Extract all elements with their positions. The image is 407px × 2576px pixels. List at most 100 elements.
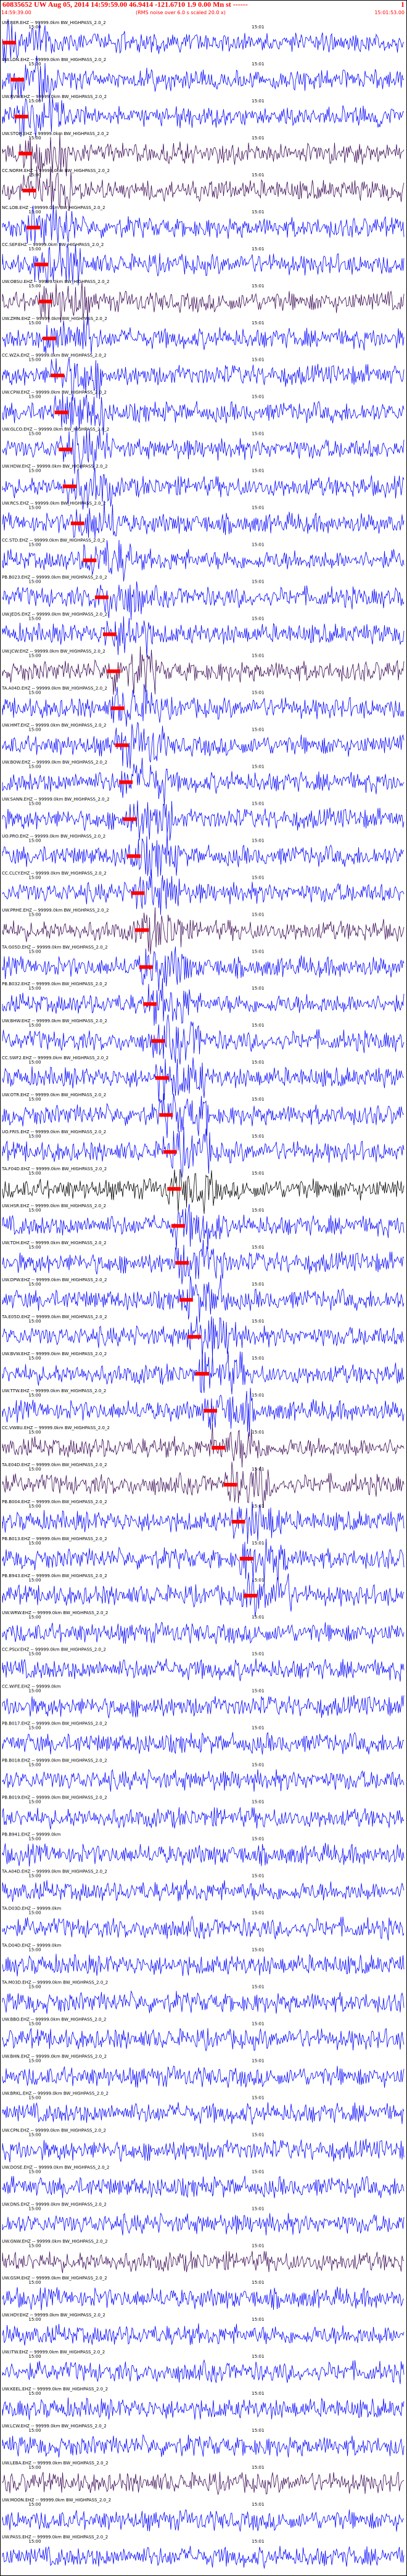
trace-label: TA.F04D.EHZ -- 99999.0km BW_HIGHPASS_2.0… bbox=[1, 1167, 107, 1171]
tick-label: 15:01 bbox=[252, 2465, 264, 2470]
tick-label: 15:01 bbox=[252, 432, 264, 437]
tick-label: 15:00 bbox=[28, 1763, 41, 1768]
trace-44: CC.PSLV.EHZ -- 99999.0km BW_HIGHPASS_2.0… bbox=[2, 1647, 405, 1682]
tick-label: 15:00 bbox=[28, 1615, 41, 1620]
waveform bbox=[2, 204, 405, 245]
tick-label: 15:01 bbox=[252, 395, 264, 400]
waveform bbox=[2, 500, 405, 539]
waveform bbox=[2, 1953, 405, 1977]
trace-65: UW.LCW.EHZ -- 99999.0km BW_HIGHPASS_2.0_… bbox=[2, 2424, 405, 2458]
waveform bbox=[2, 2546, 405, 2569]
waveform bbox=[2, 2509, 405, 2532]
trace-label: PB.B013.EHZ -- 99999.0km BW_HIGHPASS_2.0… bbox=[2, 1536, 107, 1541]
trace-label: UW.OTR.EHZ -- 99999.0km BW_HIGHPASS_2.0_… bbox=[2, 1093, 106, 1097]
pick-marker bbox=[223, 1483, 237, 1487]
trace-58: UW.DOSE.EHZ -- 99999.0km BW_HIGHPASS_2.0… bbox=[2, 2165, 405, 2199]
pick-marker bbox=[2, 41, 16, 45]
tick-label: 15:00 bbox=[28, 2502, 41, 2507]
trace-label: CC.CLCY.EHZ -- 99999.0km BW_HIGHPASS_2.0… bbox=[2, 871, 107, 876]
trace-label: PB.B943.EHZ -- 99999.0km BW_HIGHPASS_2.0… bbox=[2, 1573, 107, 1578]
pick-marker bbox=[43, 336, 57, 340]
pick-marker bbox=[159, 1113, 173, 1117]
tick-label: 15:00 bbox=[28, 986, 41, 991]
trace-4: CC.NORM.EHZ -- 99999.0km BW_HIGHPASS_2.0… bbox=[2, 166, 405, 211]
waveform bbox=[2, 18, 405, 64]
pick-marker bbox=[119, 780, 133, 784]
tick-label: 15:00 bbox=[28, 2169, 41, 2174]
trace-label: TA.M03D.EHZ -- 99999.0km BW_HIGHPASS_2.0… bbox=[1, 1980, 108, 1985]
tick-label: 15:01 bbox=[252, 580, 264, 585]
tick-label: 15:01 bbox=[252, 62, 264, 67]
trace-label: UW.LCW.EHZ -- 99999.0km BW_HIGHPASS_2.0_… bbox=[2, 2424, 107, 2429]
tick-label: 15:00 bbox=[28, 1504, 41, 1509]
pick-marker bbox=[27, 226, 41, 230]
tick-label: 15:01 bbox=[252, 1097, 264, 1102]
tick-label: 15:00 bbox=[28, 2465, 41, 2470]
waveform bbox=[2, 2102, 405, 2125]
tick-label: 15:01 bbox=[252, 1615, 264, 1620]
trace-label: PB.B004.EHZ -- 99999.0km BW_HIGHPASS_2.0… bbox=[2, 1499, 107, 1504]
tick-label: 15:01 bbox=[252, 2206, 264, 2211]
tick-label: 15:00 bbox=[28, 2391, 41, 2396]
trace-64: UW.KEEL.EHZ -- 99999.0km BW_HIGHPASS_2.0… bbox=[2, 2387, 405, 2420]
tick-label: 15:00 bbox=[28, 1837, 41, 1842]
tick-label: 15:00 bbox=[28, 654, 41, 658]
tick-label: 15:01 bbox=[252, 764, 264, 769]
pick-marker bbox=[167, 1187, 181, 1191]
trace-13: UW.RCS.EHZ -- 99999.0km BW_HIGHPASS_2.0_… bbox=[2, 500, 405, 539]
tick-label: 15:00 bbox=[28, 1467, 41, 1472]
tick-label: 15:01 bbox=[252, 284, 264, 289]
pick-marker bbox=[115, 743, 129, 747]
tick-label: 15:00 bbox=[28, 1060, 41, 1065]
tick-label: 15:01 bbox=[252, 1763, 264, 1768]
tick-label: 15:01 bbox=[252, 210, 264, 215]
trace-label: UW.JCW.EHZ -- 99999.0km BW_HIGHPASS_2.0_… bbox=[2, 649, 105, 654]
trace-label: UW.HDW.EHZ -- 99999.0km BW_HIGHPASS_2.0_… bbox=[2, 464, 108, 469]
trace-53: TA.M03D.EHZ -- 99999.0km BW_HIGHPASS_2.0… bbox=[1, 1980, 405, 2014]
tick-label: 15:01 bbox=[252, 1023, 264, 1028]
tick-label: 15:00 bbox=[28, 1578, 41, 1583]
waveform bbox=[2, 1769, 405, 1792]
trace-label: PB.B018.EHZ -- 99999.0km BW_HIGHPASS_2.0… bbox=[2, 1758, 107, 1763]
pick-marker bbox=[151, 1039, 165, 1043]
waveform bbox=[2, 2175, 405, 2199]
pick-marker bbox=[155, 1076, 169, 1080]
tick-label: 15:00 bbox=[28, 1911, 41, 1916]
trace-38: CC.VWBU.EHZ -- 99999.0km BW_HIGHPASS_2.0… bbox=[2, 1422, 405, 1468]
tick-label: 15:00 bbox=[28, 1208, 41, 1213]
tick-label: 15:01 bbox=[252, 2502, 264, 2507]
trace-label: UW.LON.EHZ -- 99999.0km BW_HIGHPASS_2.0_… bbox=[2, 57, 106, 62]
trace-62: UW.HDY.EHZ -- 99999.0km BW_HIGHPASS_2.0_… bbox=[2, 2313, 405, 2346]
tick-label: 15:01 bbox=[252, 1208, 264, 1213]
tick-label: 15:00 bbox=[28, 506, 41, 511]
tick-label: 15:00 bbox=[28, 1356, 41, 1361]
tick-label: 15:00 bbox=[28, 912, 41, 917]
trace-50: TA.A04D.EHZ -- 99999.0km BW_HIGHPASS_2.0… bbox=[1, 1869, 405, 1902]
trace-67: UW.MOON.EHZ -- 99999.0km BW_HIGHPASS_2.0… bbox=[2, 2498, 405, 2532]
pick-marker bbox=[62, 484, 76, 488]
tick-label: 15:01 bbox=[252, 1541, 264, 1546]
tick-label: 15:00 bbox=[28, 690, 41, 695]
waveform bbox=[2, 1879, 405, 1902]
waveform bbox=[2, 2471, 405, 2495]
pick-marker bbox=[135, 928, 149, 932]
trace-label: UW.SANN.EHZ -- 99999.0km BW_HIGHPASS_2.0… bbox=[2, 797, 110, 802]
trace-label: UW.HSR.EHZ -- 99999.0km BW_HIGHPASS_2.0_… bbox=[2, 1204, 106, 1208]
trace-56: UW.BRKL.EHZ -- 99999.0km BW_HIGHPASS_2.0… bbox=[2, 2091, 405, 2125]
trace-label: PB.B019.EHZ -- 99999.0km BW_HIGHPASS_2.0… bbox=[2, 1795, 107, 1800]
tick-label: 15:00 bbox=[28, 543, 41, 548]
tick-label: 15:01 bbox=[252, 1837, 264, 1842]
tick-label: 15:00 bbox=[28, 2132, 41, 2137]
tick-label: 15:00 bbox=[28, 1947, 41, 1952]
tick-label: 15:01 bbox=[252, 247, 264, 252]
trace-label: UW.WRW.EHZ -- 99999.0km BW_HIGHPASS_2.0_… bbox=[2, 1610, 108, 1615]
trace-label: UW.BVW.EHZ -- 99999.0km BW_HIGHPASS_2.0_… bbox=[2, 1352, 107, 1356]
trace-label: CC.SEP.EHZ -- 99999.0km BW_HIGHPASS_2.0_… bbox=[2, 242, 104, 247]
trace-label: PB.B032.EHZ -- 99999.0km BW_HIGHPASS_2.0… bbox=[2, 982, 107, 987]
tick-label: 15:01 bbox=[252, 2169, 264, 2174]
tick-label: 15:01 bbox=[252, 2243, 264, 2248]
trace-label: UW.STOR.EHZ -- 99999.0km BW_HIGHPASS_2.0… bbox=[2, 131, 109, 136]
trace-47: PB.B018.EHZ -- 99999.0km BW_HIGHPASS_2.0… bbox=[2, 1758, 405, 1792]
trace-45: CC.WIFE.EHZ -- 99999.0km15:00 15:01 bbox=[2, 1684, 405, 1718]
tick-label: 15:01 bbox=[252, 2058, 264, 2063]
